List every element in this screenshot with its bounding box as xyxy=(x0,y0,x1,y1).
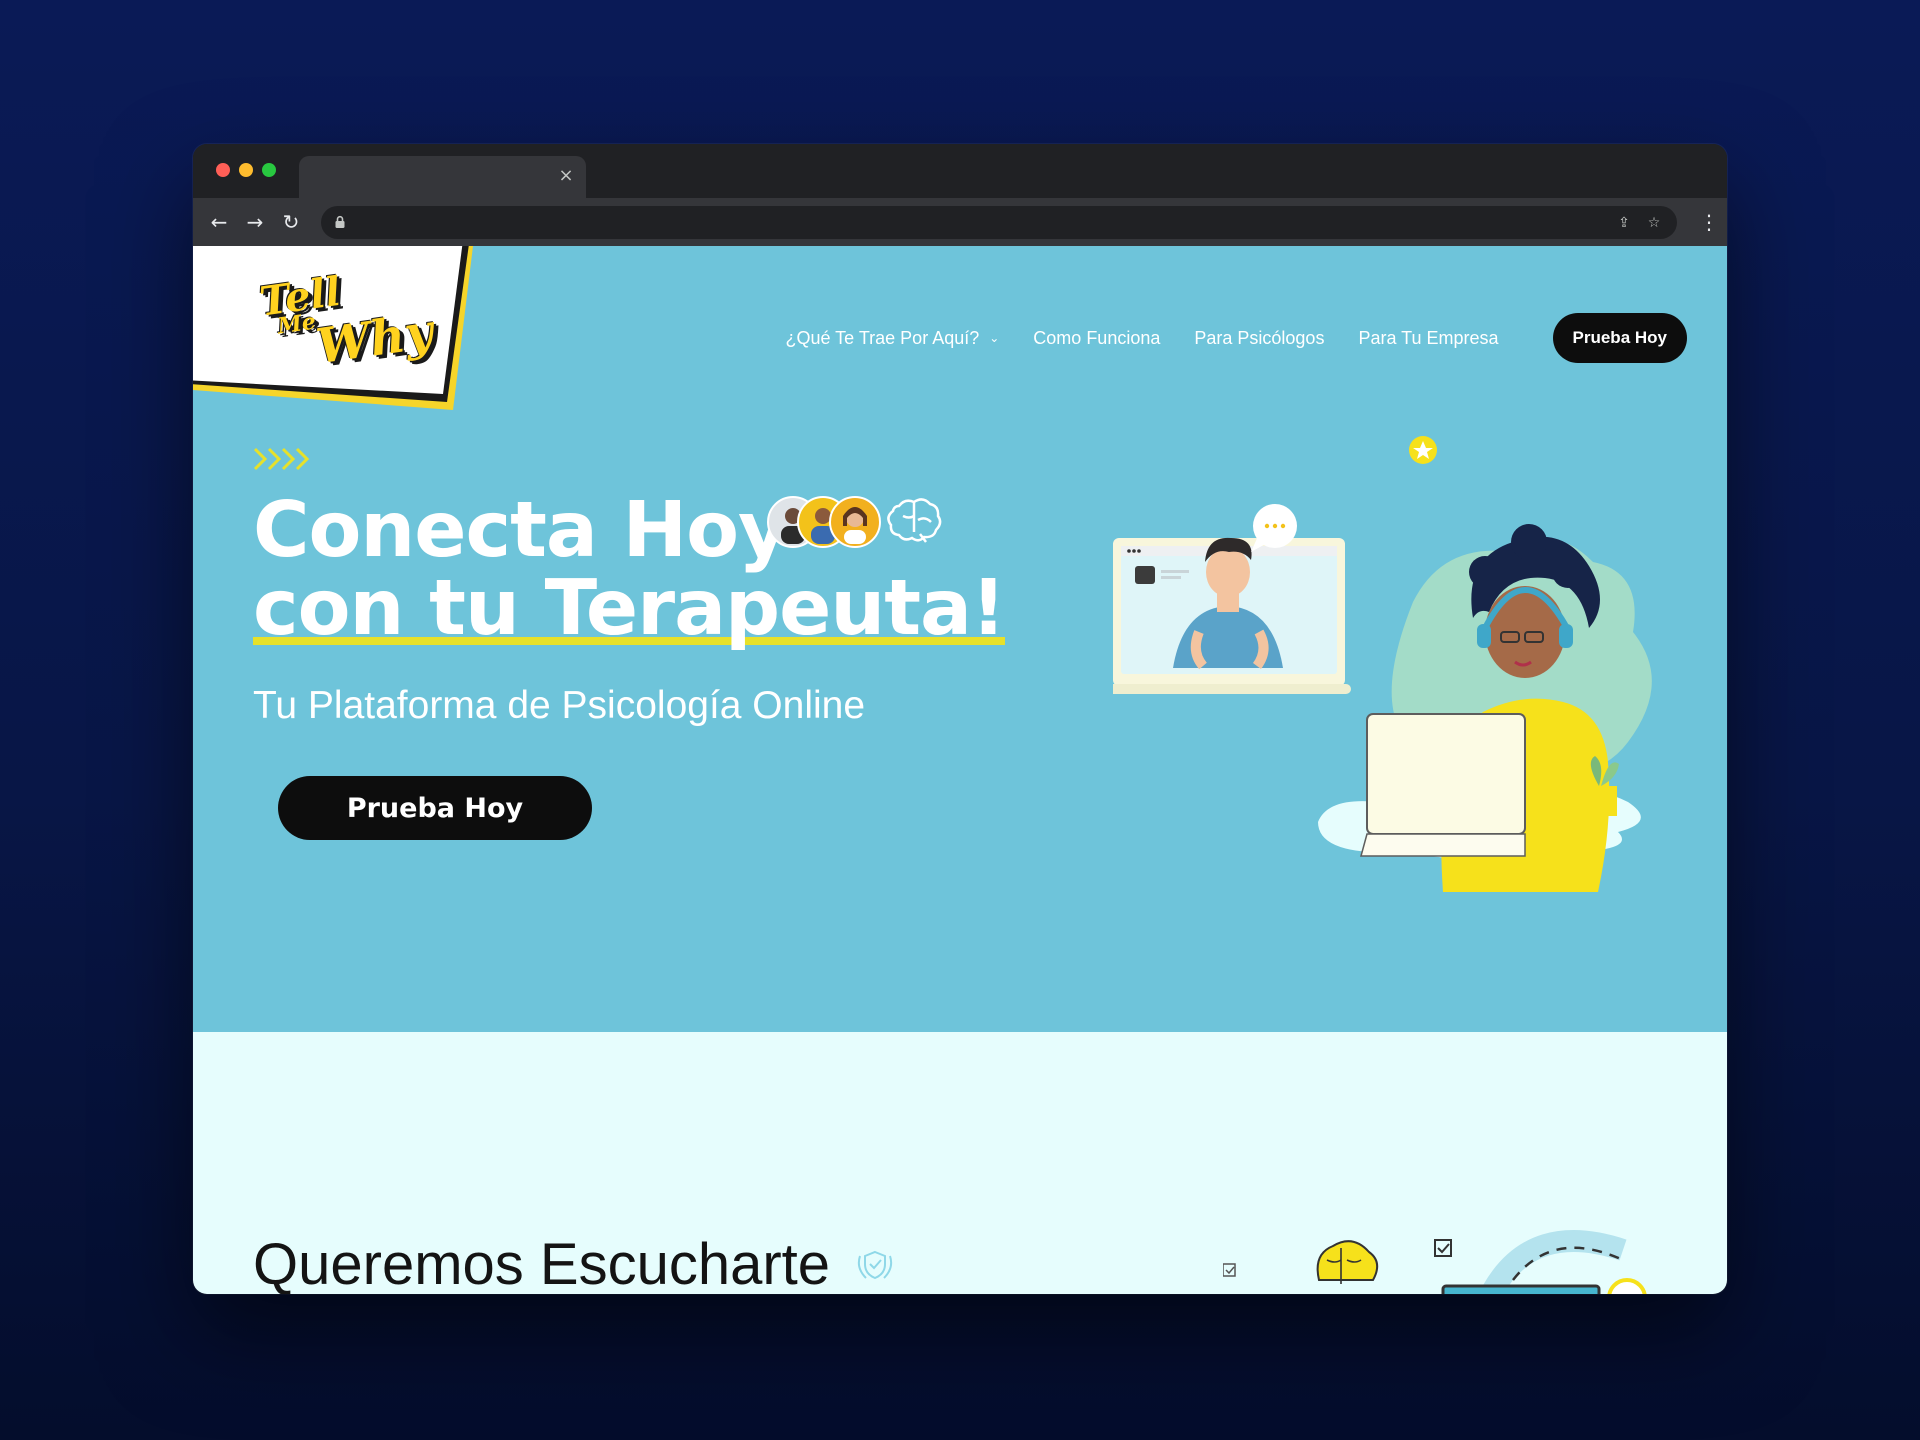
share-icon[interactable]: ⇪ xyxy=(1615,214,1633,232)
back-arrow-icon[interactable]: ← xyxy=(207,210,231,234)
therapist-avatars xyxy=(767,496,881,548)
video-call-illustration xyxy=(1113,436,1652,892)
address-bar[interactable]: ⇪ ☆ xyxy=(321,206,1677,239)
browser-toolbar: ← → ↻ ⇪ ☆ ⋮ xyxy=(193,198,1727,246)
chevrons-icon xyxy=(253,447,310,471)
brain-outline-icon xyxy=(887,498,942,543)
hero-cta-button[interactable]: Prueba Hoy xyxy=(278,776,592,840)
minimize-window-button[interactable] xyxy=(239,163,253,177)
nav-item-como-funciona[interactable]: Como Funciona xyxy=(1033,328,1160,349)
forward-arrow-icon[interactable]: → xyxy=(243,210,267,234)
section-title-text: Queremos Escucharte xyxy=(253,1232,831,1294)
chevron-down-icon: ⌄ xyxy=(989,331,1000,345)
lock-icon xyxy=(335,215,345,228)
logo[interactable]: Tell Me Why xyxy=(257,263,437,376)
browser-window: × ← → ↻ ⇪ ☆ ⋮ Tell Me Why ¿Qué Te Trae P… xyxy=(193,144,1727,1294)
nav-cta-button[interactable]: Prueba Hoy xyxy=(1552,313,1687,363)
nav-item-para-psicologos[interactable]: Para Psicólogos xyxy=(1194,328,1324,349)
section-title: Queremos Escucharte xyxy=(253,1236,830,1294)
close-window-button[interactable] xyxy=(216,163,230,177)
nav-item-para-tu-empresa[interactable]: Para Tu Empresa xyxy=(1358,328,1498,349)
hero-section: Tell Me Why ¿Qué Te Trae Por Aquí? ⌄ Com… xyxy=(193,246,1727,1032)
nav-item-que-te-trae[interactable]: ¿Qué Te Trae Por Aquí? ⌄ xyxy=(785,328,999,349)
hero-subtitle: Tu Plataforma de Psicología Online xyxy=(253,684,866,727)
maximize-window-button[interactable] xyxy=(262,163,276,177)
browser-tab[interactable]: × xyxy=(299,156,586,198)
hero-title-line2: con tu Terapeuta! xyxy=(253,564,1006,653)
title-bar: × xyxy=(193,144,1727,198)
tab-close-icon[interactable]: × xyxy=(556,166,576,186)
more-vert-icon[interactable]: ⋮ xyxy=(1699,210,1719,234)
logo-line3: Why xyxy=(313,303,437,376)
bookmark-star-icon[interactable]: ☆ xyxy=(1645,214,1663,232)
main-nav: ¿Qué Te Trae Por Aquí? ⌄ Como Funciona P… xyxy=(785,312,1687,364)
shield-laurel-icon xyxy=(857,1250,893,1280)
page-viewport: Tell Me Why ¿Qué Te Trae Por Aquí? ⌄ Com… xyxy=(193,246,1727,1294)
reload-icon[interactable]: ↻ xyxy=(279,210,303,234)
nav-item-label: ¿Qué Te Trae Por Aquí? xyxy=(785,327,980,348)
section-illustration xyxy=(1223,1230,1647,1294)
